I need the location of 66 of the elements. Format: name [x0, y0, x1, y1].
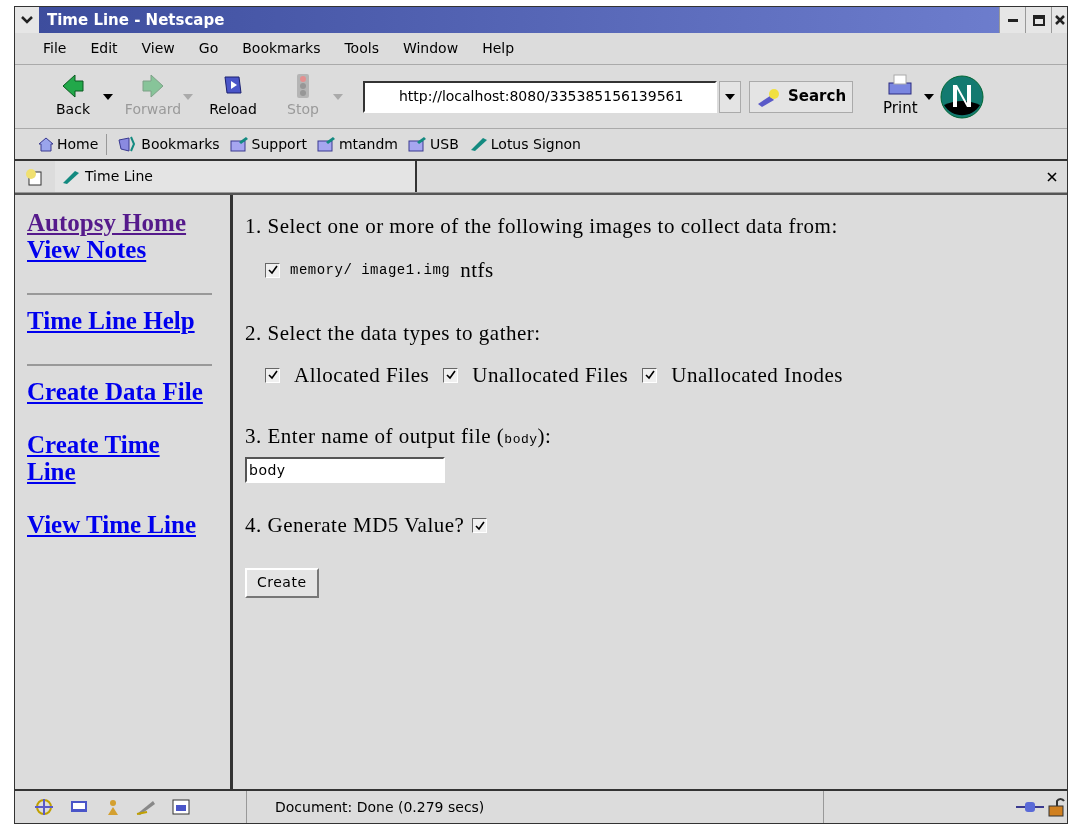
step-text: 3. Enter name of output file (body):	[245, 423, 553, 450]
bookmark-link[interactable]: Lotus Signon	[490, 133, 581, 155]
pen-icon[interactable]	[135, 798, 157, 816]
maximize-button[interactable]	[1025, 7, 1051, 33]
window-menu-icon[interactable]	[15, 7, 39, 33]
status-text: Document: Done (0.279 secs)	[274, 797, 486, 817]
step-text: 2. Select the data types to gather:	[245, 320, 542, 347]
toolbar-button[interactable]: Reload	[203, 73, 263, 120]
window-title: Time Line - Netscape	[47, 9, 226, 31]
new-tab-icon[interactable]	[25, 167, 43, 186]
create-button[interactable]: Create	[245, 567, 319, 598]
checkbox[interactable]	[472, 518, 488, 534]
checkbox-label: Unallocated Files	[472, 361, 629, 389]
checkbox[interactable]	[265, 367, 280, 383]
print-button[interactable]: Print	[883, 73, 918, 120]
filesystem-label: ntfs	[460, 256, 494, 284]
sidebar-link[interactable]: Autopsy Home	[27, 209, 187, 236]
menu-item[interactable]: Window	[402, 38, 459, 59]
step-text: 1. Select one or more of the following images to collect data from:	[245, 213, 839, 240]
sidebar-link[interactable]: View Notes	[27, 236, 147, 263]
close-icon	[1053, 14, 1066, 26]
sidebar-link[interactable]: Create Data File	[27, 378, 203, 405]
menu-item[interactable]: Edit	[90, 38, 118, 59]
folder-icon	[229, 136, 250, 152]
output-file-field[interactable]: body	[245, 456, 445, 483]
folder-icon	[408, 136, 428, 152]
bookmark-link[interactable]: USB	[430, 133, 459, 155]
pen-icon	[61, 168, 81, 185]
caret-icon	[725, 93, 735, 100]
checkbox-label: Allocated Files	[294, 361, 430, 389]
image-path: memory/ image1.img	[290, 260, 451, 280]
close-icon[interactable]	[1047, 171, 1057, 182]
sidebar-link[interactable]: Create Time Line	[27, 431, 212, 485]
url-field[interactable]: http://localhost:8080/335385156139561	[363, 80, 717, 113]
sidebar-link[interactable]: Time Line Help	[27, 307, 195, 334]
compass-icon[interactable]	[33, 798, 55, 816]
caret-icon[interactable]	[103, 93, 113, 100]
toolbar-button[interactable]: Back	[43, 73, 103, 120]
menu-item[interactable]: File	[43, 38, 67, 59]
connection-plug-icon	[1015, 799, 1045, 815]
menu-item[interactable]: Help	[482, 38, 515, 59]
close-button[interactable]	[1051, 7, 1067, 33]
menu-item[interactable]: Bookmarks	[242, 38, 321, 59]
url-dropdown-button[interactable]	[719, 80, 741, 113]
address-book-icon[interactable]	[171, 798, 191, 816]
bookmark-link[interactable]: Support	[251, 133, 307, 155]
minimize-button[interactable]	[999, 7, 1025, 33]
menu-item[interactable]: Go	[198, 38, 219, 59]
bookmark-link[interactable]: Home	[57, 133, 99, 155]
checkbox[interactable]	[642, 367, 658, 383]
step-text: 4. Generate MD5 Value?	[245, 512, 465, 539]
menu-item[interactable]: Tools	[344, 38, 379, 59]
checkbox[interactable]	[443, 367, 459, 383]
folder-icon	[316, 136, 337, 152]
checkbox-label: Unallocated Inodes	[671, 361, 843, 389]
padlock-icon	[1047, 797, 1065, 817]
house-icon	[37, 136, 55, 152]
menu-item[interactable]: View	[141, 38, 175, 59]
bookmark-link[interactable]: Bookmarks	[141, 133, 220, 155]
checkbox[interactable]	[265, 262, 280, 278]
bookmark-link[interactable]: mtandm	[338, 133, 398, 155]
search-button[interactable]: Search	[749, 80, 854, 113]
browser-tab[interactable]: Time Line	[55, 161, 417, 192]
caret-icon[interactable]	[923, 93, 934, 100]
logo-icon[interactable]	[939, 74, 984, 119]
sidebar-link[interactable]: View Time Line	[27, 511, 196, 538]
